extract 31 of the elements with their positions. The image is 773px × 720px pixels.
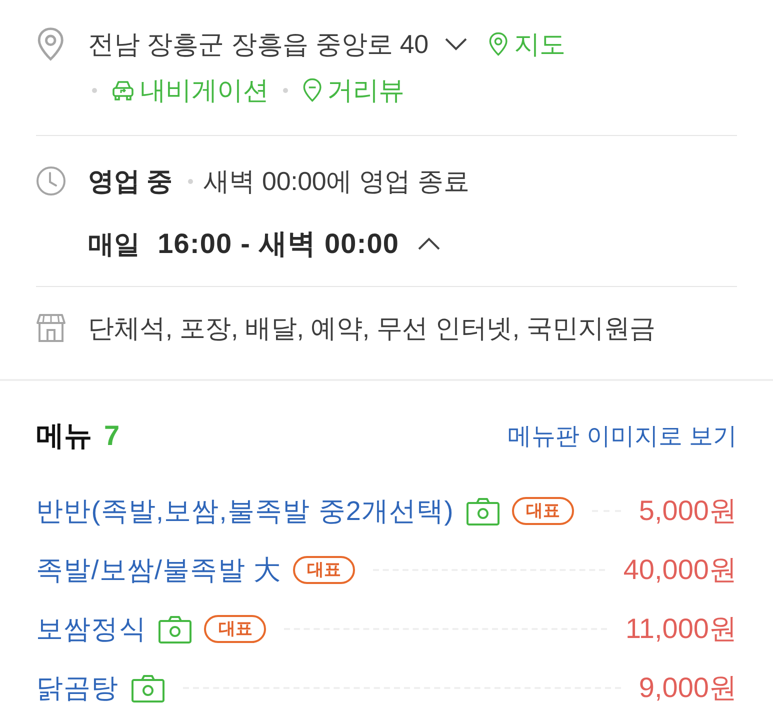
menu-item-price: 9,000원 [638,671,737,705]
menu-item-name[interactable]: 닭곰탕 [36,670,119,706]
amenities-text: 단체석, 포장, 배달, 예약, 무선 인터넷, 국민지원금 [88,312,656,344]
open-status: 영업 중 [88,164,172,198]
menu-item-name[interactable]: 반반(족발,보쌈,불족발 중2개선택) [36,493,454,529]
menu-count: 7 [104,420,120,452]
car-icon [111,79,135,101]
bullet-icon [282,88,288,92]
schedule-day: 매일 [88,226,140,262]
schedule-time: 16:00 - 새벽 00:00 [158,227,400,261]
street-view-pin-icon [302,78,322,102]
location-pin-icon [36,27,66,61]
menu-image-link[interactable]: 메뉴판 이미지로 보기 [508,420,737,452]
menu-item-price: 11,000원 [625,612,737,646]
menu-item-price: 5,000원 [638,494,737,528]
chevron-up-icon[interactable] [417,237,442,251]
signature-badge: 대표 [293,556,356,584]
store-icon [36,313,66,343]
menu-item-name[interactable]: 족발/보쌈/불족발 大 [36,552,282,588]
address-text: 전남 장흥군 장흥읍 중앙로 40 [88,28,428,60]
closing-time-note: 새벽 00:00에 영업 종료 [203,164,470,198]
clock-icon [36,166,66,196]
bullet-icon [188,178,194,184]
bullet-icon [92,88,97,92]
menu-item-price: 40,000원 [623,553,737,587]
signature-badge: 대표 [512,497,574,525]
menu-title: 메뉴 [36,419,92,453]
signature-badge: 대표 [204,615,266,643]
chevron-down-icon[interactable] [444,37,468,51]
menu-item-name[interactable]: 보쌈정식 [36,611,146,647]
map-pin-icon [488,32,510,56]
